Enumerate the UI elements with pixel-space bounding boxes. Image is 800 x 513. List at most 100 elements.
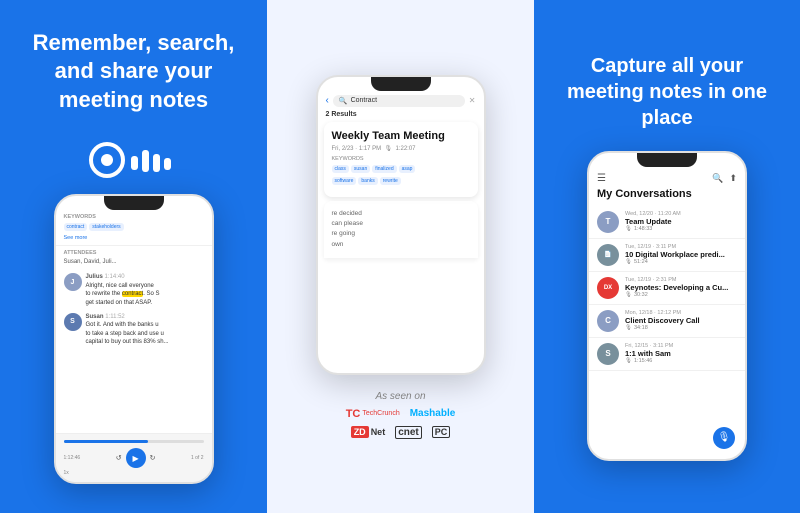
see-more-link[interactable]: See more <box>64 235 204 241</box>
brand-row-2: ZD Net cnet PC <box>351 426 451 439</box>
meeting-date: Fri, 2/23 · 1:17 PM <box>332 146 382 152</box>
attendees-label: ATTENDEES <box>64 250 204 256</box>
convo-duration-3: 🎙 34:18 <box>625 325 737 331</box>
meeting-duration: 1:22:07 <box>395 146 415 152</box>
phone-notch <box>104 196 164 210</box>
convo-item-4[interactable]: S Fri, 12/15 · 3:11 PM 1:1 with Sam 🎙 1:… <box>589 338 745 371</box>
left-panel: Remember, search, and share your meeting… <box>0 0 267 513</box>
rewind-icon[interactable]: ↺ <box>116 454 122 462</box>
convo-name-4: 1:1 with Sam <box>625 349 737 358</box>
chip-banks: banks <box>358 177 377 185</box>
middle-panel: ‹ 🔍 Contract ✕ 2 Results Weekly Team Mee… <box>267 0 534 513</box>
convo-duration-4: 🎙 1:15:46 <box>625 358 737 364</box>
convo-avatar-4: S <box>597 343 619 365</box>
brand-zdnet: ZD Net <box>351 426 386 438</box>
convo-info-1: Tue, 12/19 · 3:11 PM 10 Digital Workplac… <box>625 244 737 265</box>
convo-info-4: Fri, 12/15 · 3:11 PM 1:1 with Sam 🎙 1:15… <box>625 343 737 364</box>
convo-item-2[interactable]: DX Tue, 12/19 · 2:31 PM Keynotes: Develo… <box>589 272 745 305</box>
brand-logos-section: As seen on TC TechCrunch Mashable ZD Net… <box>346 391 456 439</box>
right-panel: Capture all your meeting notes in one pl… <box>534 0 800 513</box>
convo-duration-0: 🎙 1:48:33 <box>625 226 737 232</box>
search-header-icon[interactable]: 🔍 <box>712 173 723 184</box>
share-header-icon[interactable]: ⬆ <box>729 173 737 184</box>
attendees-list: Susan, David, Juli... <box>64 259 204 265</box>
chip-class: class <box>332 165 349 173</box>
header-action-icons: 🔍 ⬆ <box>712 173 737 184</box>
brand-pc: PC <box>432 426 451 438</box>
app-header: ☰ 🔍 ⬆ <box>589 171 745 188</box>
convo-duration-2: 🎙 30:32 <box>625 292 737 298</box>
search-header: ‹ 🔍 Contract ✕ <box>318 95 484 111</box>
phone-notch-middle <box>371 77 431 91</box>
convo-item-1[interactable]: 📄 Tue, 12/19 · 3:11 PM 10 Digital Workpl… <box>589 239 745 272</box>
clear-button[interactable]: ✕ <box>469 96 476 105</box>
attendees-section: ATTENDEES Susan, David, Juli... <box>56 245 212 269</box>
search-text: Contract <box>351 97 377 104</box>
brand-row-1: TC TechCrunch Mashable <box>346 408 456 420</box>
convo-name-2: Keynotes: Developing a Cu... <box>625 283 737 292</box>
mic-icon-2: 🎙 <box>625 292 632 298</box>
chip-susan: susan <box>351 165 370 173</box>
convo-info-2: Tue, 12/19 · 2:31 PM Keynotes: Developin… <box>625 277 737 298</box>
chip-contract: contract <box>64 223 88 231</box>
meeting-card-2[interactable]: re decided can please re going own <box>324 201 478 259</box>
bubble-julius: Julius 1:14:40 Alright, nice call everyo… <box>86 273 160 307</box>
convo-item-3[interactable]: C Mon, 12/18 · 12:12 PM Client Discovery… <box>589 305 745 338</box>
brand-techcrunch: TC TechCrunch <box>346 408 400 420</box>
phone-mockup-right: ☰ 🔍 ⬆ My Conversations T Wed, 12/20 · 11… <box>587 151 747 461</box>
brand-cnet: cnet <box>395 426 422 439</box>
back-button[interactable]: ‹ <box>326 95 329 106</box>
meeting-meta: Fri, 2/23 · 1:17 PM 🎙 1:22:07 <box>332 145 470 152</box>
chat-message-julius: J Julius 1:14:40 Alright, nice call ever… <box>64 273 204 307</box>
chip-finalized: finalized <box>372 165 396 173</box>
keywords-label: KEYWORDS <box>64 214 204 220</box>
chip-software: software <box>332 177 357 185</box>
meeting-chips: class susan finalized asap <box>332 165 470 173</box>
convo-avatar-2: DX <box>597 277 619 299</box>
control-buttons: ↺ ▶ ↻ <box>116 448 156 468</box>
search-bar[interactable]: 🔍 Contract <box>333 95 465 107</box>
chat-messages: J Julius 1:14:40 Alright, nice call ever… <box>56 269 212 356</box>
search-icon: 🔍 <box>339 97 348 105</box>
convo-name-0: Team Update <box>625 217 737 226</box>
conversations-title: My Conversations <box>589 188 745 206</box>
play-button[interactable]: ▶ <box>126 448 146 468</box>
audio-controls: 1:12:46 ↺ ▶ ↻ 1 of 2 1x <box>56 433 212 482</box>
partial-transcript: re decided can please re going own <box>332 209 470 251</box>
as-seen-on-text: As seen on <box>375 391 425 402</box>
avatar-julius: J <box>64 273 82 291</box>
playback-controls: 1:12:46 ↺ ▶ ↻ 1 of 2 <box>64 448 204 468</box>
progress-bar <box>64 440 204 443</box>
phone-mockup-middle: ‹ 🔍 Contract ✕ 2 Results Weekly Team Mee… <box>316 75 486 375</box>
chip-stakeholders: stakeholders <box>89 223 123 231</box>
mic-icon-0: 🎙 <box>625 226 632 232</box>
left-tagline: Remember, search, and share your meeting… <box>20 29 247 115</box>
phone-mockup-left: KEYWORDS contract stakeholders See more … <box>54 194 214 484</box>
highlight-word: contract <box>122 291 143 297</box>
keywords-label-card: KEYWORDS <box>332 156 470 162</box>
meeting-title: Weekly Team Meeting <box>332 130 470 142</box>
menu-icon[interactable]: ☰ <box>597 173 606 184</box>
convo-name-3: Client Discovery Call <box>625 316 737 325</box>
bubble-susan: Susan 1:11:52 Got it. And with the banks… <box>86 313 169 347</box>
page-indicator: 1 of 2 <box>191 455 204 461</box>
mic-icon-1: 🎙 <box>625 259 632 265</box>
current-time: 1:12:46 <box>64 455 81 461</box>
meeting-chips-2: software banks rewrite <box>332 177 470 185</box>
mic-icon-4: 🎙 <box>625 358 632 364</box>
chip-rewrite: rewrite <box>380 177 401 185</box>
convo-item-0[interactable]: T Wed, 12/20 · 11:20 AM Team Update 🎙 1:… <box>589 206 745 239</box>
keywords-section: KEYWORDS contract stakeholders See more <box>56 210 212 245</box>
right-tagline: Capture all your meeting notes in one pl… <box>554 53 780 131</box>
convo-avatar-3: C <box>597 310 619 332</box>
convo-duration-1: 🎙 51:24 <box>625 259 737 265</box>
progress-fill <box>64 440 148 443</box>
speed-control[interactable]: 1x <box>64 470 204 476</box>
forward-icon[interactable]: ↻ <box>150 454 156 462</box>
record-fab-button[interactable]: 🎙 <box>713 427 735 449</box>
app-logo <box>89 142 179 178</box>
convo-info-3: Mon, 12/18 · 12:12 PM Client Discovery C… <box>625 310 737 331</box>
phone-notch-right <box>637 153 697 167</box>
convo-info-0: Wed, 12/20 · 11:20 AM Team Update 🎙 1:48… <box>625 211 737 232</box>
meeting-card[interactable]: Weekly Team Meeting Fri, 2/23 · 1:17 PM … <box>324 122 478 197</box>
